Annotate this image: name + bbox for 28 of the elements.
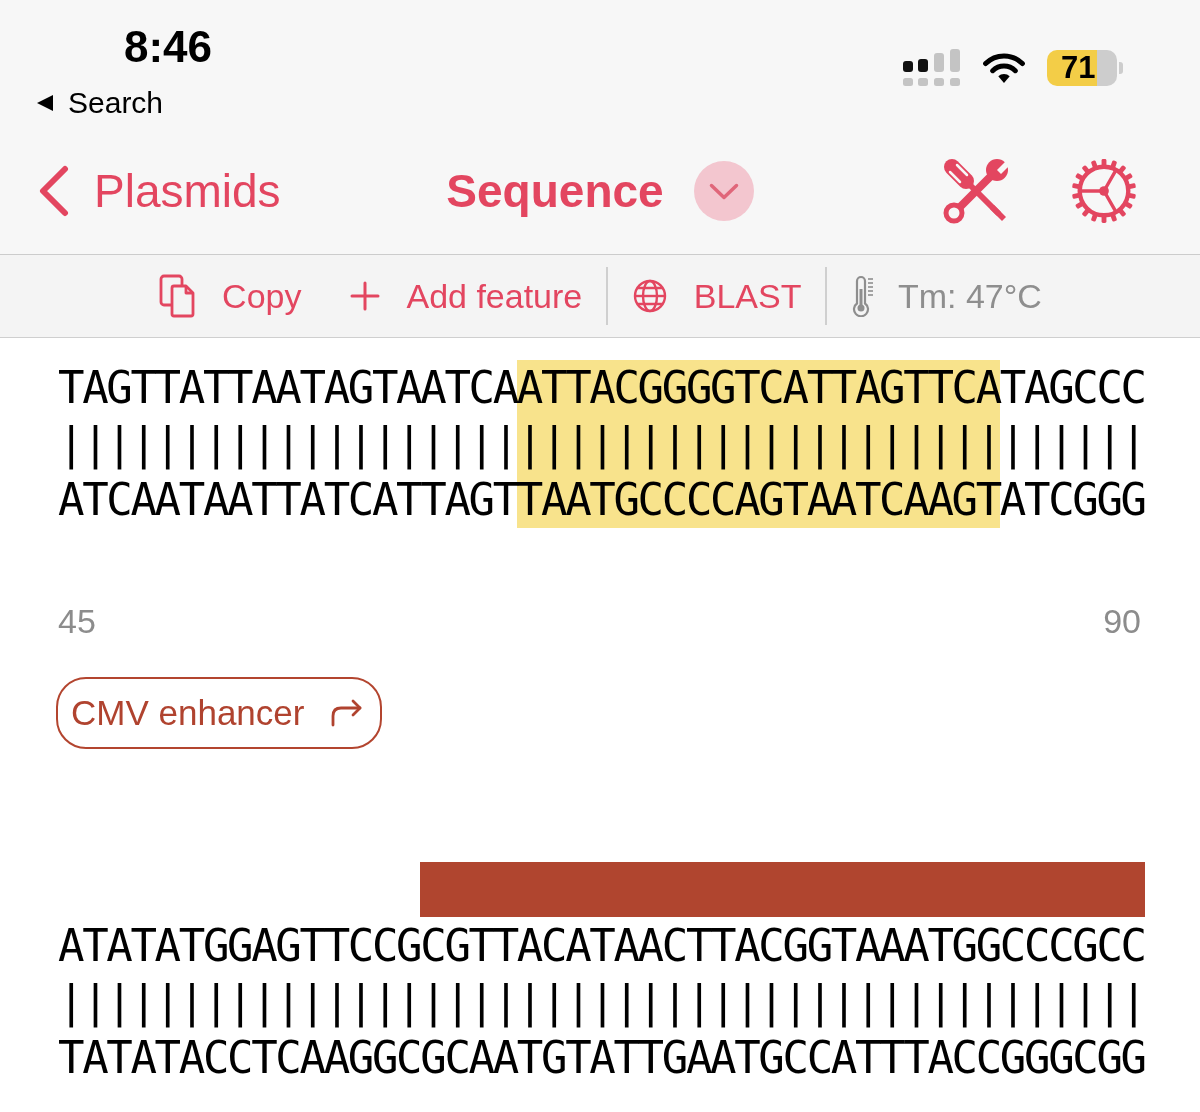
settings-icon[interactable]: [1070, 157, 1138, 225]
position-label: 45: [58, 602, 96, 640]
top-strand-sequence: TAGTTATTAATAGTAATCAATTACGGGGTCATTAGTTCATAGCCC: [58, 361, 1145, 415]
plus-icon: [350, 281, 381, 311]
melting-temperature-text: Tm: 47°C: [897, 276, 1042, 316]
copy-button[interactable]: Copy: [158, 273, 302, 319]
feature-chip[interactable]: CMV enhancer: [56, 677, 383, 749]
thermometer-icon: [850, 275, 875, 317]
chevron-down-icon: [708, 182, 739, 200]
chevron-left-icon: [38, 165, 70, 217]
copy-icon: [158, 273, 197, 319]
top-strand-sequence: ATATATGGAGTTCCGCGTTACATAACTTACGGTAAATGGCCCGCC: [58, 919, 1145, 973]
screen-title: Sequence: [446, 164, 664, 218]
signal-icon: [903, 49, 961, 87]
bottom-strand-sequence: TATATACCTCAAGGCGCAATGTATTGAATGCCATTTACCGGGCGG: [58, 1031, 1145, 1085]
battery-indicator: 71: [1047, 50, 1123, 86]
back-button[interactable]: Plasmids: [38, 164, 281, 218]
blast-button[interactable]: BLAST: [631, 276, 802, 316]
bottom-strand-sequence: ATCAATAATTATCATTAGTTAATGCCCCAGTAATCAAGTATCGGG: [58, 473, 1145, 527]
wifi-icon: [981, 51, 1027, 85]
back-to-search-link[interactable]: Search: [35, 86, 164, 120]
base-pair-bonds: |||||||||||||||||||||||||||||||||||||||||||||: [58, 417, 1145, 472]
clock-time: 8:46: [124, 25, 213, 69]
back-triangle-icon: [35, 93, 55, 113]
globe-icon: [631, 278, 668, 314]
position-label: 90: [1103, 602, 1141, 640]
add-feature-button[interactable]: Add feature: [350, 276, 583, 316]
base-pair-bonds: |||||||||||||||||||||||||||||||||||||||||||||: [58, 975, 1145, 1030]
